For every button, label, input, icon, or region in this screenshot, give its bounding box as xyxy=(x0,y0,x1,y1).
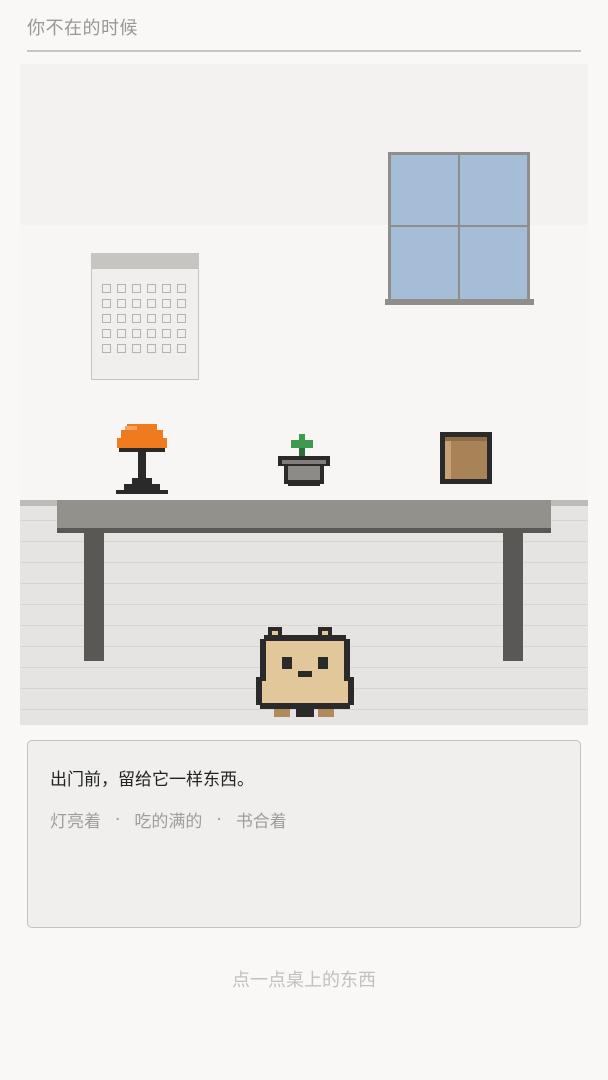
calendar-day-cell xyxy=(177,314,186,323)
calendar-grid xyxy=(102,284,186,353)
table-leg-right xyxy=(503,533,523,661)
table-edge xyxy=(57,528,551,533)
dialog-prompt: 出门前，留给它一样东西。 xyxy=(50,770,254,790)
calendar-day-cell xyxy=(117,284,126,293)
window-pane xyxy=(391,155,458,225)
calendar-day-cell xyxy=(147,299,156,308)
cat-icon[interactable] xyxy=(256,625,354,717)
calendar-day-cell xyxy=(147,314,156,323)
calendar-day-cell xyxy=(162,344,171,353)
header-title: 你不在的时候 xyxy=(27,18,138,39)
calendar-day-cell xyxy=(117,299,126,308)
calendar-day-cell xyxy=(162,329,171,338)
calendar-day-cell xyxy=(132,329,141,338)
window-icon xyxy=(388,152,530,302)
calendar-day-cell xyxy=(177,284,186,293)
calendar-day-cell xyxy=(162,314,171,323)
table-top xyxy=(57,500,551,530)
window-pane xyxy=(460,227,527,299)
calendar-day-cell xyxy=(132,344,141,353)
calendar-day-cell xyxy=(147,329,156,338)
calendar-day-cell xyxy=(102,299,111,308)
calendar-header xyxy=(92,254,198,269)
calendar-day-cell xyxy=(132,299,141,308)
window-sill xyxy=(385,299,534,305)
calendar-day-cell xyxy=(177,329,186,338)
room-scene xyxy=(20,64,588,725)
dialog-box: 出门前，留给它一样东西。 灯亮着 · 吃的满的 · 书合着 xyxy=(27,740,581,928)
calendar-icon xyxy=(91,253,199,380)
calendar-day-cell xyxy=(162,284,171,293)
box-icon[interactable] xyxy=(440,432,492,484)
calendar-day-cell xyxy=(117,344,126,353)
lamp-icon[interactable] xyxy=(115,422,169,496)
header-divider xyxy=(27,50,581,52)
calendar-day-cell xyxy=(102,314,111,323)
calendar-day-cell xyxy=(147,284,156,293)
option-separator: · xyxy=(115,809,121,830)
option-light-on[interactable]: 灯亮着 xyxy=(50,807,101,832)
table-leg-left xyxy=(84,533,104,661)
potted-plant-icon[interactable] xyxy=(277,432,331,490)
hint-text: 点一点桌上的东西 xyxy=(232,970,376,991)
calendar-day-cell xyxy=(117,329,126,338)
window-pane xyxy=(460,155,527,225)
option-book-closed[interactable]: 书合着 xyxy=(236,807,287,832)
option-list: 灯亮着 · 吃的满的 · 书合着 xyxy=(50,807,287,833)
calendar-day-cell xyxy=(102,284,111,293)
calendar-day-cell xyxy=(102,329,111,338)
calendar-day-cell xyxy=(147,344,156,353)
calendar-day-cell xyxy=(177,344,186,353)
calendar-day-cell xyxy=(162,299,171,308)
calendar-day-cell xyxy=(132,314,141,323)
calendar-day-cell xyxy=(177,299,186,308)
calendar-day-cell xyxy=(132,284,141,293)
option-food-full[interactable]: 吃的满的 xyxy=(134,807,202,832)
calendar-day-cell xyxy=(102,344,111,353)
window-pane xyxy=(391,227,458,299)
calendar-day-cell xyxy=(117,314,126,323)
option-separator: · xyxy=(216,809,222,830)
